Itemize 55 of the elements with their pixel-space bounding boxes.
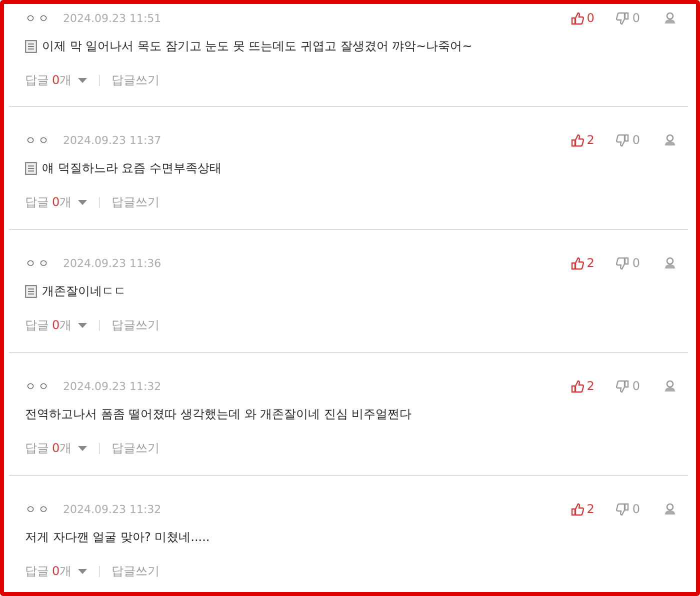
thumbs-up-icon	[570, 380, 584, 392]
thumbs-down-icon	[616, 12, 630, 24]
caret-icon	[78, 200, 87, 204]
replies-toggle[interactable]: 답글 0개	[25, 562, 87, 580]
dislike-button[interactable]: 0	[616, 256, 640, 270]
thumbs-down-icon	[616, 502, 630, 516]
replies-toggle[interactable]: 답글 0개	[25, 72, 87, 88]
person-icon[interactable]	[664, 503, 676, 515]
write-reply-link[interactable]: 답글쓰기	[112, 72, 160, 88]
person-icon[interactable]	[664, 380, 676, 392]
comment-date: 2024.09.23 11:36	[63, 256, 162, 270]
comment-date: 2024.09.23 11:32	[63, 380, 162, 392]
comment-text: 개존잘이네ㄷㄷ	[42, 282, 126, 300]
like-button[interactable]: 2	[570, 379, 594, 393]
author-name[interactable]: ㅇㅇ	[25, 502, 63, 516]
thumbs-down-icon	[616, 134, 630, 146]
thumbs-down-icon	[616, 380, 630, 392]
write-reply-link[interactable]: 답글쓰기	[112, 440, 160, 456]
author-name[interactable]: ㅇㅇ	[25, 378, 63, 394]
like-button[interactable]: 2	[570, 256, 594, 270]
thumbs-up-icon	[570, 134, 584, 146]
thumbs-up-icon	[570, 12, 584, 24]
thumbs-up-icon	[570, 502, 584, 516]
write-reply-link[interactable]: 답글쓰기	[112, 562, 160, 580]
write-reply-link[interactable]: 답글쓰기	[112, 316, 160, 334]
like-button[interactable]: 2	[570, 502, 594, 516]
like-button[interactable]: 0	[570, 11, 594, 25]
caret-icon	[78, 322, 87, 328]
caret-icon	[78, 446, 87, 450]
person-icon[interactable]	[664, 257, 676, 269]
person-icon[interactable]	[664, 134, 676, 146]
dislike-button[interactable]: 0	[616, 502, 640, 516]
dislike-button[interactable]: 0	[616, 133, 640, 147]
thumbs-down-icon	[616, 256, 630, 270]
author-name[interactable]: ㅇㅇ	[25, 256, 63, 270]
comment-date: 2024.09.23 11:32	[63, 502, 162, 516]
comment-date: 2024.09.23 11:37	[63, 134, 162, 146]
comment-text: 저게 자다깬 얼굴 맞아? 미쳤네.....	[25, 528, 210, 546]
person-icon[interactable]	[664, 12, 676, 24]
replies-toggle[interactable]: 답글 0개	[25, 440, 87, 456]
replies-toggle[interactable]: 답글 0개	[25, 316, 87, 334]
comment-text: 이제 막 일어나서 목도 잠기고 눈도 못 뜨는데도 귀엽고 잘생겼어 꺄악~나죽어~	[42, 38, 472, 54]
caret-icon	[78, 568, 87, 574]
author-name[interactable]: ㅇㅇ	[25, 132, 63, 148]
comment-date: 2024.09.23 11:51	[63, 12, 162, 24]
replies-toggle[interactable]: 답글 0개	[25, 194, 87, 210]
caret-icon	[78, 78, 87, 82]
comment-text: 얘 덕질하느라 요즘 수면부족상태	[42, 160, 222, 176]
dislike-button[interactable]: 0	[616, 11, 640, 25]
author-name[interactable]: ㅇㅇ	[25, 10, 63, 26]
comment-text: 전역하고나서 폼좀 떨어졌따 생각했는데 와 개존잘이네 진심 비주얼쩐다	[25, 406, 412, 422]
like-button[interactable]: 2	[570, 133, 594, 147]
write-reply-link[interactable]: 답글쓰기	[112, 194, 160, 210]
thumbs-up-icon	[570, 256, 584, 270]
dislike-button[interactable]: 0	[616, 379, 640, 393]
